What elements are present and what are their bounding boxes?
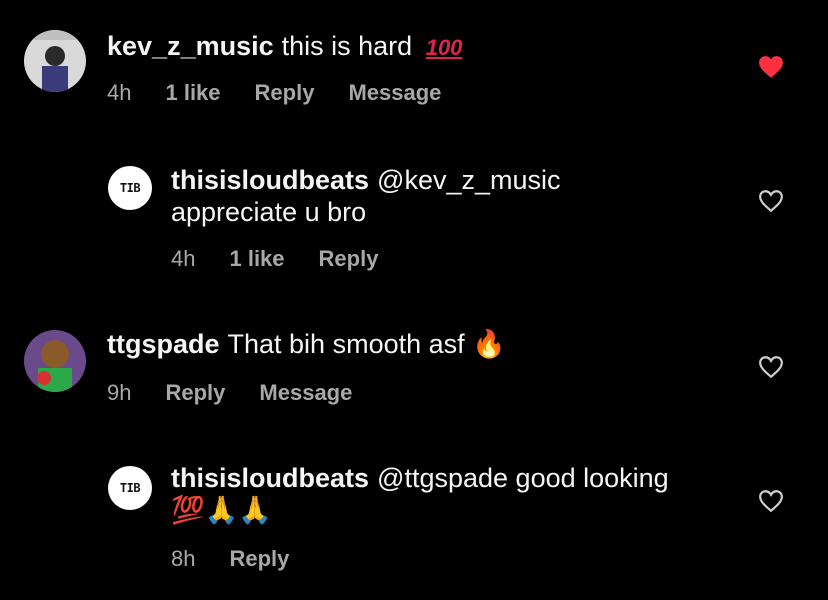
heart-outline-icon[interactable] [758, 489, 784, 513]
avatar-logo-text: TIB [119, 181, 141, 195]
comment-time: 4h [171, 246, 196, 271]
comment-username[interactable]: ttgspade [107, 329, 220, 359]
like-count[interactable]: 1 like [165, 80, 220, 106]
comment-time: 9h [107, 380, 132, 405]
heart-outline-icon[interactable] [758, 189, 784, 213]
comment-text: kev_z_music this is hard 100 [107, 30, 667, 64]
message-button[interactable]: Message [348, 80, 441, 106]
comment-username[interactable]: kev_z_music [107, 31, 274, 61]
comment-meta: 4h 1 like Reply [171, 246, 378, 272]
comment-time: 4h [107, 80, 132, 105]
reply-button[interactable]: Reply [255, 80, 315, 106]
fire-emoji-icon: 🔥 [472, 329, 506, 360]
heart-outline-icon[interactable] [758, 355, 784, 379]
comment-body: That bih smooth asf [227, 329, 465, 359]
avatar-logo-text: TIB [119, 481, 141, 495]
reply-button[interactable]: Reply [319, 246, 379, 272]
message-button[interactable]: Message [259, 380, 352, 406]
comment-body: appreciate u bro [171, 197, 367, 227]
comment-body: this is hard [281, 31, 413, 61]
comment-text: thisisloudbeats @ttgspade good looking 💯🙏… [171, 462, 731, 527]
avatar[interactable]: TIB [108, 466, 152, 510]
like-count[interactable]: 1 like [229, 246, 284, 272]
reply-button[interactable]: Reply [229, 546, 289, 572]
comment-text: ttgspade That bih smooth asf 🔥 [107, 328, 667, 361]
comment-username[interactable]: thisisloudbeats [171, 463, 369, 493]
comment-body: good looking [515, 463, 669, 493]
mention[interactable]: @kev_z_music [377, 165, 560, 195]
heart-filled-icon[interactable] [758, 55, 784, 79]
avatar[interactable] [24, 30, 86, 92]
comment-username[interactable]: thisisloudbeats [171, 165, 369, 195]
mention[interactable]: @ttgspade [377, 463, 508, 493]
comment-meta: 9h Reply Message [107, 380, 352, 406]
comment-meta: 8h Reply [171, 546, 289, 572]
avatar[interactable]: TIB [108, 166, 152, 210]
hundred-pray-emoji-icon: 💯🙏🙏 [171, 495, 272, 526]
reply-button[interactable]: Reply [165, 380, 225, 406]
comment-time: 8h [171, 546, 196, 571]
avatar[interactable] [24, 330, 86, 392]
comment-meta: 4h 1 like Reply Message [107, 80, 441, 106]
comment-text: thisisloudbeats @kev_z_music appreciate u… [171, 164, 731, 228]
hundred-emoji-icon: 100 [425, 35, 463, 60]
